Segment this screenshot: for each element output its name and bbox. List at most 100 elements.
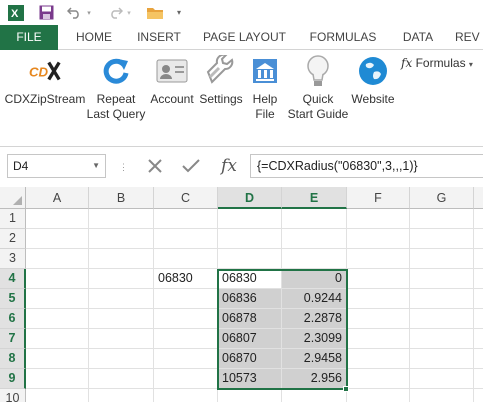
cell-d1[interactable] bbox=[218, 209, 282, 229]
tab-home[interactable]: HOME bbox=[63, 25, 125, 50]
cell-c2[interactable] bbox=[154, 229, 218, 249]
cell-d8[interactable]: 06870 bbox=[218, 349, 282, 369]
cell-f6[interactable] bbox=[347, 309, 410, 329]
cell-g2[interactable] bbox=[410, 229, 474, 249]
cell-c6[interactable] bbox=[154, 309, 218, 329]
help-file-button[interactable]: Help File bbox=[245, 54, 285, 122]
cell-f2[interactable] bbox=[347, 229, 410, 249]
cell-g9[interactable] bbox=[410, 369, 474, 389]
tab-page-layout[interactable]: PAGE LAYOUT bbox=[196, 25, 293, 50]
website-button[interactable]: Website bbox=[348, 54, 398, 107]
cell-d7[interactable]: 06807 bbox=[218, 329, 282, 349]
cell-g4[interactable] bbox=[410, 269, 474, 289]
repeat-last-query-button[interactable]: Repeat Last Query bbox=[84, 54, 148, 122]
tab-data[interactable]: DATA bbox=[392, 25, 444, 50]
cell-a8[interactable] bbox=[26, 349, 89, 369]
cell-c4[interactable]: 06830 bbox=[154, 269, 218, 289]
cell-b9[interactable] bbox=[89, 369, 154, 389]
cell-e6[interactable]: 2.2878 bbox=[282, 309, 347, 329]
row-header-8[interactable]: 8 bbox=[0, 349, 26, 369]
row-header-10[interactable]: 10 bbox=[0, 389, 26, 402]
cell-e9[interactable]: 2.956 bbox=[282, 369, 347, 389]
cell-b2[interactable] bbox=[89, 229, 154, 249]
cell-f7[interactable] bbox=[347, 329, 410, 349]
customize-toolbar-icon[interactable]: ▾ bbox=[174, 4, 184, 21]
cell-d9[interactable]: 10573 bbox=[218, 369, 282, 389]
cell-b4[interactable] bbox=[89, 269, 154, 289]
cell-f3[interactable] bbox=[347, 249, 410, 269]
column-header-a[interactable]: A bbox=[26, 187, 89, 209]
cell-c1[interactable] bbox=[154, 209, 218, 229]
cell-g6[interactable] bbox=[410, 309, 474, 329]
account-button[interactable]: Account bbox=[148, 54, 196, 107]
tab-review[interactable]: REV bbox=[455, 25, 483, 50]
cell-f9[interactable] bbox=[347, 369, 410, 389]
cell-b1[interactable] bbox=[89, 209, 154, 229]
cell-d10[interactable] bbox=[218, 389, 282, 402]
row-header-9[interactable]: 9 bbox=[0, 369, 26, 389]
cell-d2[interactable] bbox=[218, 229, 282, 249]
cell-g8[interactable] bbox=[410, 349, 474, 369]
cell-g10[interactable] bbox=[410, 389, 474, 402]
cell-h4[interactable] bbox=[474, 269, 483, 289]
redo-dropdown-icon[interactable]: ▾ bbox=[125, 4, 133, 21]
enter-checkmark-icon[interactable] bbox=[180, 154, 202, 178]
cell-h9[interactable] bbox=[474, 369, 483, 389]
name-box[interactable]: D4 ▼ bbox=[7, 154, 106, 178]
column-header-f[interactable]: F bbox=[347, 187, 410, 209]
cell-a7[interactable] bbox=[26, 329, 89, 349]
row-header-3[interactable]: 3 bbox=[0, 249, 26, 269]
cell-e5[interactable]: 0.9244 bbox=[282, 289, 347, 309]
select-all-button[interactable] bbox=[0, 187, 26, 209]
cell-e8[interactable]: 2.9458 bbox=[282, 349, 347, 369]
cell-d4[interactable]: 06830 bbox=[218, 269, 282, 289]
cell-a10[interactable] bbox=[26, 389, 89, 402]
cell-b5[interactable] bbox=[89, 289, 154, 309]
formula-bar-grip-icon[interactable]: ⋮ bbox=[119, 159, 128, 175]
cell-b6[interactable] bbox=[89, 309, 154, 329]
cell-f1[interactable] bbox=[347, 209, 410, 229]
cell-g7[interactable] bbox=[410, 329, 474, 349]
column-header-h[interactable] bbox=[474, 187, 483, 209]
cell-e3[interactable] bbox=[282, 249, 347, 269]
save-icon[interactable] bbox=[37, 4, 55, 21]
cell-a1[interactable] bbox=[26, 209, 89, 229]
quick-start-guide-button[interactable]: Quick Start Guide bbox=[285, 54, 351, 122]
cell-e4[interactable]: 0 bbox=[282, 269, 347, 289]
cell-d3[interactable] bbox=[218, 249, 282, 269]
cell-f5[interactable] bbox=[347, 289, 410, 309]
cell-c9[interactable] bbox=[154, 369, 218, 389]
cdxzipstream-button[interactable]: CD CDXZipStream bbox=[4, 54, 86, 107]
row-header-6[interactable]: 6 bbox=[0, 309, 26, 329]
cell-e1[interactable] bbox=[282, 209, 347, 229]
tab-formulas[interactable]: FORMULAS bbox=[304, 25, 382, 50]
cell-a9[interactable] bbox=[26, 369, 89, 389]
row-header-4[interactable]: 4 bbox=[0, 269, 26, 289]
row-header-2[interactable]: 2 bbox=[0, 229, 26, 249]
cell-f8[interactable] bbox=[347, 349, 410, 369]
cell-h5[interactable] bbox=[474, 289, 483, 309]
row-header-7[interactable]: 7 bbox=[0, 329, 26, 349]
cell-f10[interactable] bbox=[347, 389, 410, 402]
cell-d6[interactable]: 06878 bbox=[218, 309, 282, 329]
column-header-c[interactable]: C bbox=[154, 187, 218, 209]
cell-a4[interactable] bbox=[26, 269, 89, 289]
cell-g3[interactable] bbox=[410, 249, 474, 269]
cell-h10[interactable] bbox=[474, 389, 483, 402]
cell-a6[interactable] bbox=[26, 309, 89, 329]
cancel-icon[interactable] bbox=[144, 154, 166, 178]
open-folder-icon[interactable] bbox=[145, 4, 165, 21]
cell-a2[interactable] bbox=[26, 229, 89, 249]
cell-h7[interactable] bbox=[474, 329, 483, 349]
column-header-d[interactable]: D bbox=[218, 187, 282, 209]
settings-button[interactable]: Settings bbox=[197, 54, 245, 107]
tab-insert[interactable]: INSERT bbox=[131, 25, 187, 50]
cell-b10[interactable] bbox=[89, 389, 154, 402]
cell-a3[interactable] bbox=[26, 249, 89, 269]
cell-h2[interactable] bbox=[474, 229, 483, 249]
cell-e2[interactable] bbox=[282, 229, 347, 249]
formulas-dropdown-button[interactable]: fx Formulas ▾ bbox=[401, 56, 473, 70]
undo-icon[interactable] bbox=[66, 4, 82, 21]
insert-function-icon[interactable]: fx bbox=[216, 154, 242, 178]
cell-c5[interactable] bbox=[154, 289, 218, 309]
